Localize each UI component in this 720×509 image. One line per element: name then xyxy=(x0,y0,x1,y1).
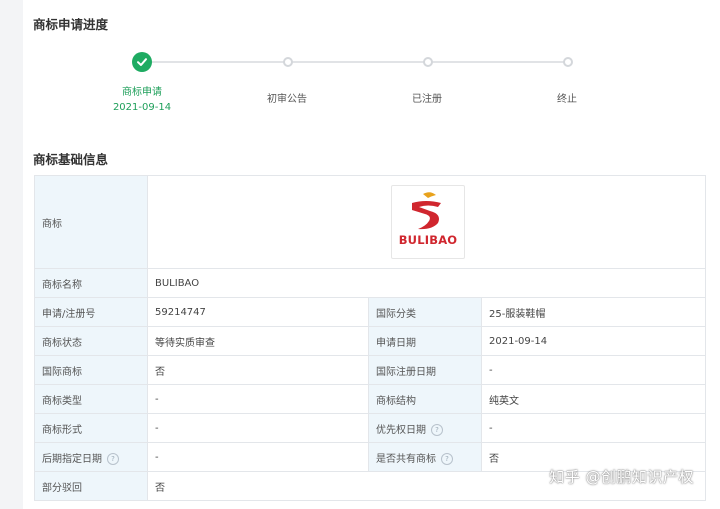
progress-step-date: 2021-09-14 xyxy=(112,102,172,113)
progress-tracker: 商标申请 2021-09-14 初审公告 已注册 终止 xyxy=(23,40,720,120)
logo-key-cell: 商标 xyxy=(34,175,148,269)
step-dot-icon xyxy=(283,57,293,67)
key-label: 是否共有商标 xyxy=(376,453,436,465)
key-cell: 商标类型 xyxy=(34,384,148,414)
key-cell: 国际商标 xyxy=(34,355,148,385)
table-row: 申请/注册号 59214747 国际分类 25-服装鞋帽 xyxy=(34,297,707,327)
help-icon[interactable]: ? xyxy=(107,452,119,465)
key-cell: 部分驳回 xyxy=(34,471,148,501)
value-cell: 2021-09-14 xyxy=(480,326,707,356)
brand-mark-icon xyxy=(412,192,441,230)
key-cell: 申请日期 xyxy=(368,326,482,356)
progress-step-label: 商标申请 xyxy=(122,87,162,98)
value-cell: BULIBAO xyxy=(146,268,707,298)
trademark-detail-card: 商标申请进度 商标申请 2021-09-14 初审公告 已注册 终止 商标基础信… xyxy=(23,0,720,509)
table-row: 商标形式 - 优先权日期? - xyxy=(34,413,707,443)
table-row: 国际商标 否 国际注册日期 - xyxy=(34,355,707,385)
progress-step-preliminary: 初审公告 xyxy=(227,40,347,105)
key-cell: 商标形式 xyxy=(34,413,148,443)
check-circle-icon xyxy=(132,52,152,72)
progress-step-label: 终止 xyxy=(557,94,577,105)
step-dot-icon xyxy=(423,57,433,67)
value-cell: 纯英文 xyxy=(480,384,707,414)
progress-line xyxy=(142,61,567,63)
watermark: 知乎 @创鹏知识产权 xyxy=(549,468,694,486)
value-cell: - xyxy=(147,442,369,472)
key-cell: 商标结构 xyxy=(368,384,482,414)
help-icon[interactable]: ? xyxy=(441,452,453,465)
key-cell: 国际注册日期 xyxy=(368,355,482,385)
key-cell-with-help: 优先权日期? xyxy=(368,413,482,443)
value-cell: - xyxy=(480,413,707,443)
value-cell: 59214747 xyxy=(147,297,369,327)
progress-step-applied: 商标申请 2021-09-14 xyxy=(82,40,202,113)
table-row: 商标类型 - 商标结构 纯英文 xyxy=(34,384,707,414)
logo-value-cell: BULIBAO xyxy=(146,175,707,269)
value-cell: - xyxy=(480,355,707,385)
key-label: 后期指定日期 xyxy=(42,453,102,465)
key-cell-with-help: 是否共有商标? xyxy=(368,442,482,472)
basic-info-section-title: 商标基础信息 xyxy=(33,152,109,167)
value-cell: - xyxy=(147,384,369,414)
value-cell: - xyxy=(147,413,369,443)
logo-wordmark: BULIBAO xyxy=(398,233,458,247)
key-cell: 商标名称 xyxy=(34,268,148,298)
progress-section-title: 商标申请进度 xyxy=(33,17,109,32)
progress-step-registered: 已注册 xyxy=(367,40,487,105)
basic-info-table: 商标 BULIBAO 商标名称 BULIBAO 申请/注册号 59214747 … xyxy=(34,175,707,501)
key-cell: 申请/注册号 xyxy=(34,297,148,327)
progress-step-terminated: 终止 xyxy=(507,40,627,105)
key-cell-with-help: 后期指定日期? xyxy=(34,442,148,472)
progress-step-label: 初审公告 xyxy=(267,94,307,105)
table-row: 商标状态 等待实质审查 申请日期 2021-09-14 xyxy=(34,326,707,356)
help-icon[interactable]: ? xyxy=(431,423,443,436)
key-cell: 商标状态 xyxy=(34,326,148,356)
table-row: 商标 BULIBAO xyxy=(34,175,707,269)
table-row: 商标名称 BULIBAO xyxy=(34,268,707,298)
key-label: 优先权日期 xyxy=(376,424,426,436)
value-cell: 等待实质审查 xyxy=(147,326,369,356)
progress-step-label: 已注册 xyxy=(412,94,442,105)
trademark-logo[interactable]: BULIBAO xyxy=(391,185,465,259)
value-cell: 25-服装鞋帽 xyxy=(480,297,707,327)
key-cell: 国际分类 xyxy=(368,297,482,327)
step-dot-icon xyxy=(563,57,573,67)
value-cell: 否 xyxy=(147,355,369,385)
